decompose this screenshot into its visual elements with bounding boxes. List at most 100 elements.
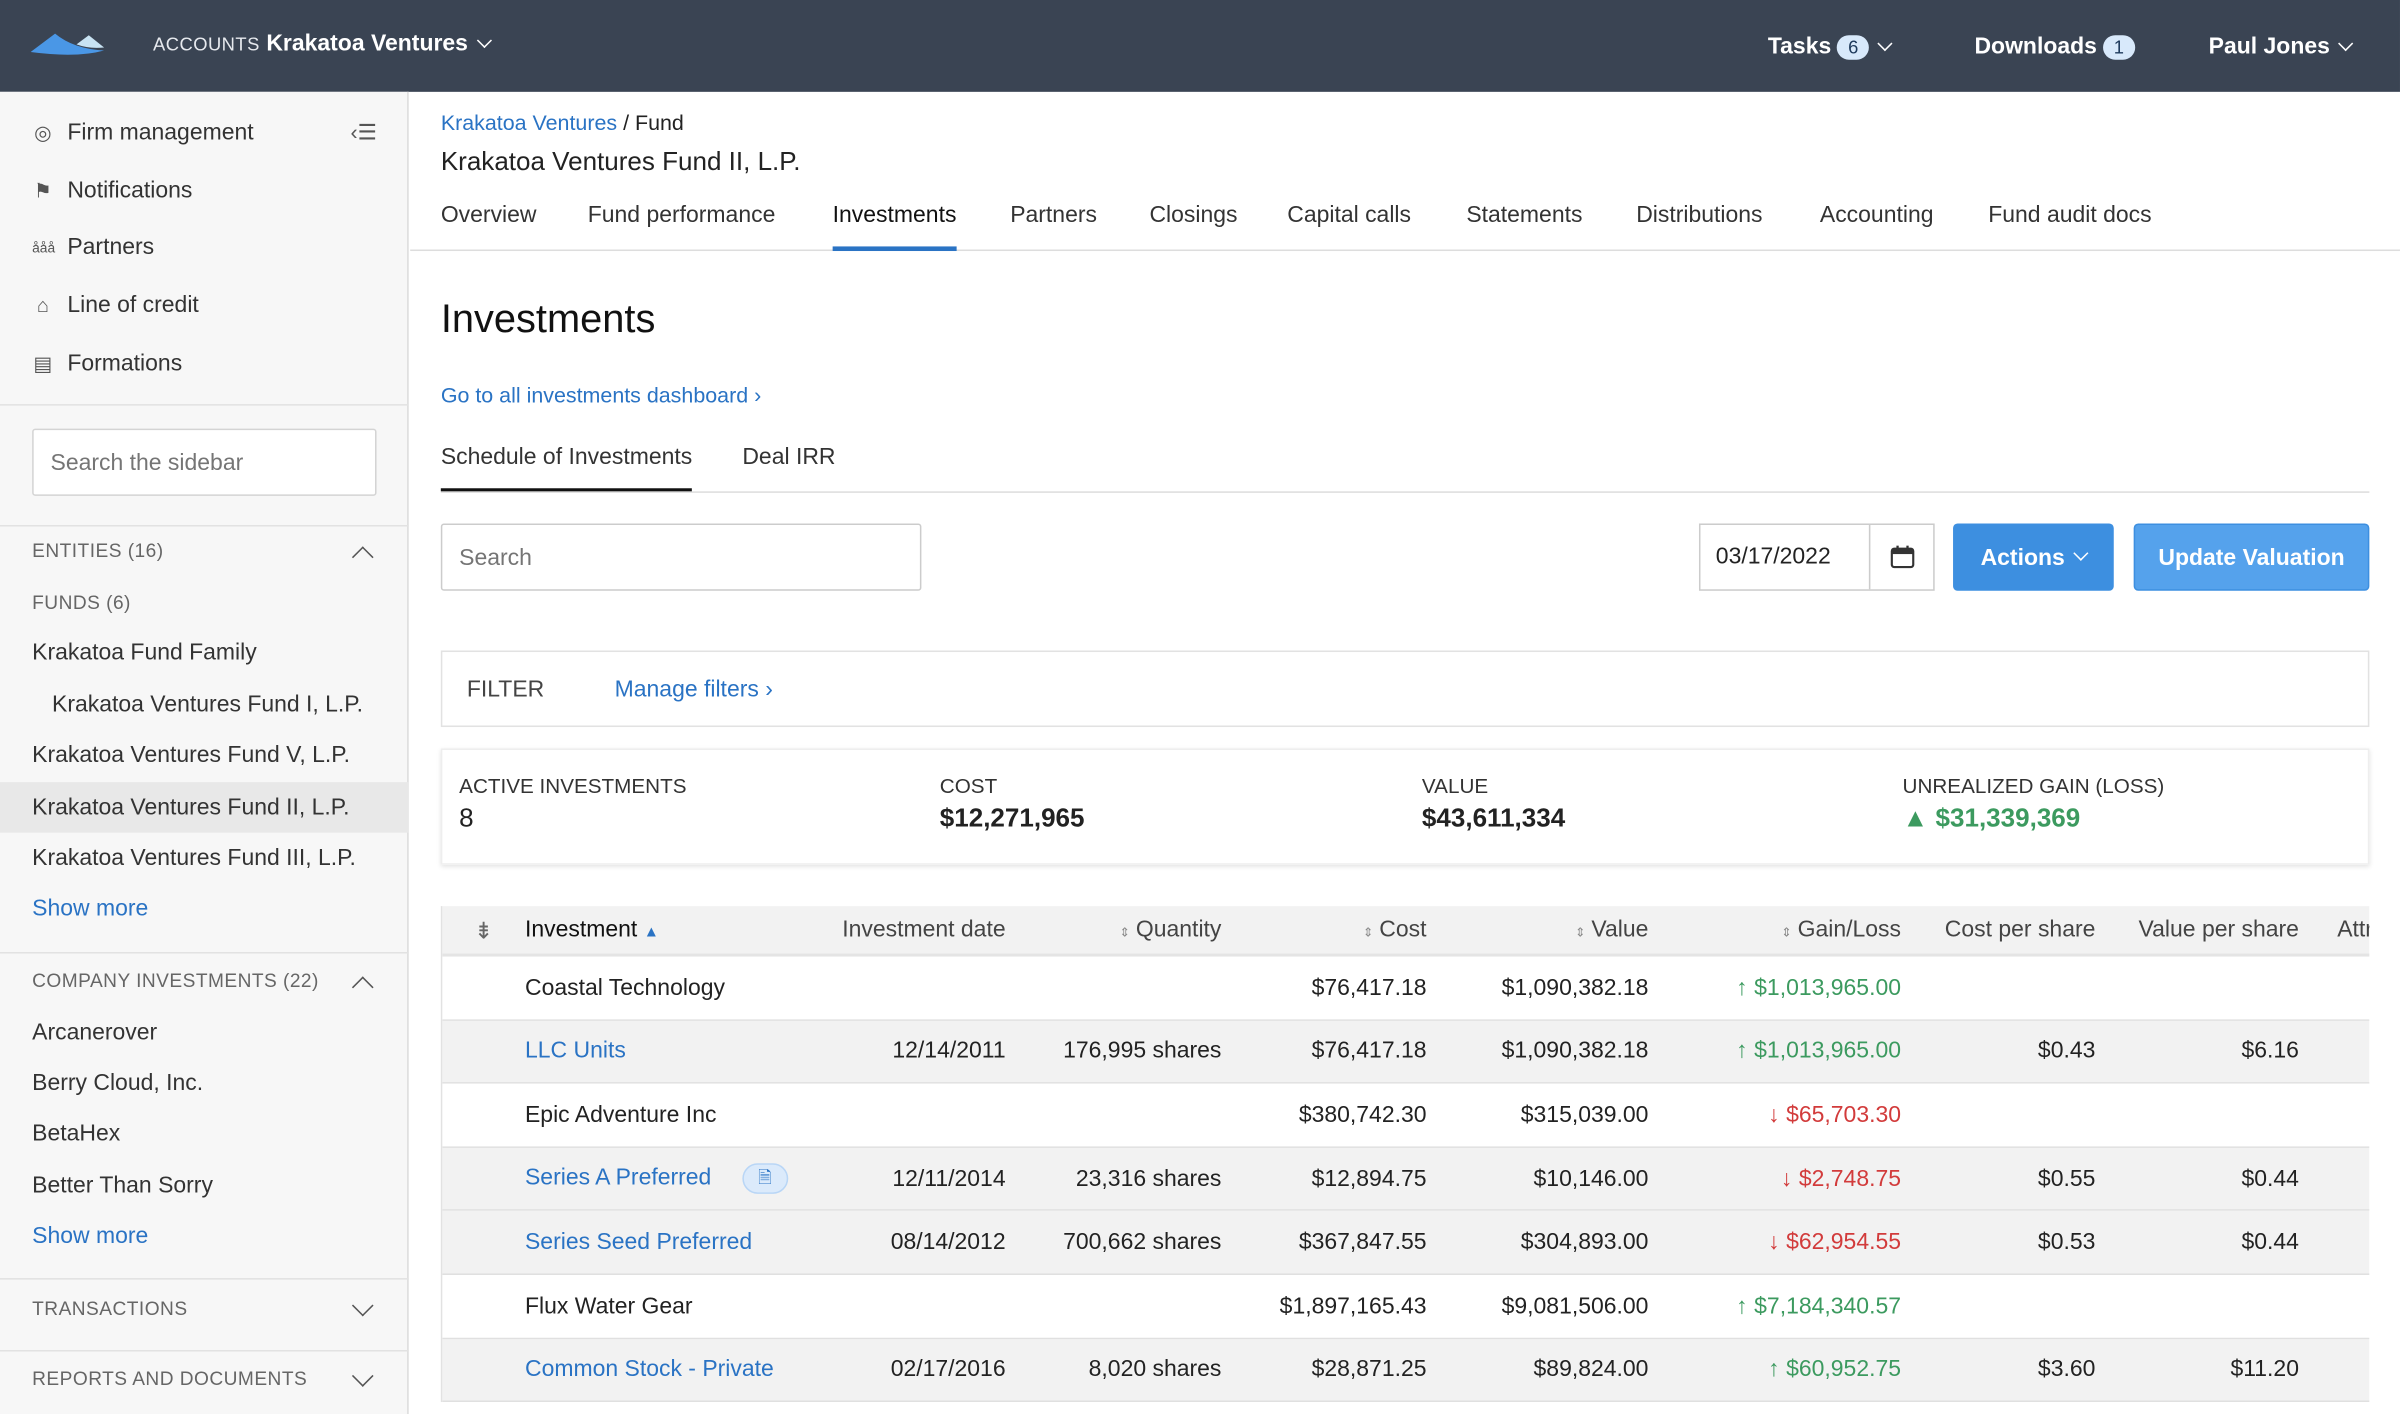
security-row[interactable]: Series A Preferred 🗎 12/11/2014 23,316 shar… — [442, 1147, 2370, 1212]
chevron-up-icon[interactable] — [351, 546, 374, 568]
company-item[interactable]: Berry Cloud, Inc. — [32, 1070, 203, 1096]
tab-investments[interactable]: Investments — [832, 202, 957, 252]
tab-closings[interactable]: Closings — [1149, 202, 1237, 251]
chevron-down-icon[interactable] — [351, 1294, 374, 1317]
investment-name[interactable]: LLC Units — [525, 1038, 626, 1064]
tasks-count-badge: 6 — [1837, 35, 1870, 60]
logo-icon[interactable] — [30, 31, 108, 59]
actions-button[interactable]: Actions — [1953, 523, 2114, 591]
security-row[interactable]: Series Seed Preferred 08/14/2012 700,662 s… — [442, 1211, 2370, 1275]
tab-statements[interactable]: Statements — [1466, 202, 1582, 251]
investment-name: Epic Adventure Inc — [524, 1102, 717, 1129]
company-row[interactable]: Flux Water Gear $1,897,165.43 $9,081,506.0… — [442, 1274, 2370, 1339]
company-item[interactable]: BetaHex — [32, 1120, 120, 1146]
tab-fund-performance[interactable]: Fund performance — [588, 202, 776, 251]
date-value[interactable]: 03/17/2022 — [1700, 525, 1868, 589]
chevron-down-icon — [1877, 36, 1893, 52]
fund-item[interactable]: Krakatoa Fund Family — [32, 640, 257, 666]
sidebar-item-label: Partners — [67, 234, 155, 261]
sidebar-item-formations[interactable]: ▤ Formations — [32, 351, 182, 377]
company-row[interactable]: Epic Adventure Inc $380,742.30 $315,039.00… — [442, 1083, 2370, 1148]
breadcrumb-link[interactable]: Krakatoa Ventures — [441, 110, 617, 134]
downloads-menu[interactable]: Downloads 1 — [1974, 34, 2135, 60]
col-value-per-share[interactable]: Value per share — [2095, 917, 2299, 943]
col-gain-loss[interactable]: ⇕ Gain/Loss — [1648, 917, 1901, 943]
investment-name[interactable]: Common Stock - Private — [525, 1357, 774, 1383]
user-menu[interactable]: Paul Jones — [2209, 34, 2354, 60]
security-row[interactable]: Common Stock - Private 02/17/2016 8,020 sh… — [442, 1338, 2370, 1403]
investments-dashboard-link[interactable]: Go to all investments dashboard › — [441, 383, 761, 407]
investment-name[interactable]: Series Seed Preferred — [525, 1229, 752, 1255]
cost-per-share: $0.43 — [2037, 1038, 2096, 1065]
sidebar-item-line-of-credit[interactable]: ⌂ Line of credit — [32, 292, 199, 318]
valuation-date-picker[interactable]: 03/17/2022 — [1698, 523, 1935, 591]
gain-loss-amount: $7,184,340.57 — [1754, 1292, 1902, 1320]
subtab-schedule[interactable]: Schedule of Investments — [440, 444, 693, 492]
flag-icon: ⚑ — [33, 178, 52, 202]
tab-overview[interactable]: Overview — [441, 202, 537, 251]
col-value[interactable]: ⇕ Value — [1427, 917, 1648, 943]
col-attr[interactable]: Attr — [2299, 917, 2369, 943]
stat-value: $43,611,334 — [1421, 803, 1566, 833]
account-switcher[interactable]: Krakatoa Ventures — [266, 31, 492, 57]
document-icon[interactable]: 🗎 — [741, 1163, 788, 1194]
tasks-menu[interactable]: Tasks 6 — [1767, 33, 1893, 60]
gain-loss-amount: $65,703.30 — [1786, 1102, 1902, 1129]
fund-item[interactable]: Krakatoa Ventures Fund I, L.P. — [52, 692, 363, 718]
investment-cell[interactable]: Series A Preferred 🗎 — [525, 1163, 813, 1194]
tab-partners[interactable]: Partners — [1010, 202, 1097, 251]
tasks-label: Tasks — [1767, 33, 1832, 60]
show-more-funds-link[interactable]: Show more — [32, 895, 148, 921]
company-item[interactable]: Arcanerover — [32, 1019, 157, 1045]
investment-cell: Epic Adventure Inc — [525, 1102, 813, 1128]
arrow-down-icon: ↓ — [1768, 1229, 1780, 1256]
main-content: Krakatoa Ventures / Fund Krakatoa Ventur… — [410, 92, 2400, 1414]
col-cost-per-share[interactable]: Cost per share — [1901, 917, 2096, 943]
gain-loss: ↓ $65,703.30 — [1648, 1102, 1901, 1128]
sidebar-item-firm-management[interactable]: ◎ Firm management — [32, 119, 254, 145]
col-investment-date[interactable]: Investment date — [813, 917, 1005, 943]
col-investment[interactable]: Investment ▲ — [525, 917, 813, 943]
breadcrumb-current: / Fund — [623, 110, 684, 135]
investment-cell[interactable]: Common Stock - Private — [525, 1357, 813, 1383]
tab-fund-audit-docs[interactable]: Fund audit docs — [1988, 202, 2151, 251]
company-investments-header[interactable]: COMPANY INVESTMENTS (22) — [32, 970, 319, 991]
collapse-sidebar-icon[interactable]: ‹☰ — [351, 119, 377, 145]
tab-distributions[interactable]: Distributions — [1636, 202, 1762, 251]
tab-accounting[interactable]: Accounting — [1820, 202, 1934, 251]
sidebar-item-notifications[interactable]: ⚑ Notifications — [32, 178, 192, 204]
fund-item[interactable]: Krakatoa Ventures Fund III, L.P. — [32, 845, 356, 871]
col-cost[interactable]: ⇕ Cost — [1221, 917, 1427, 943]
investment-cell[interactable]: LLC Units — [525, 1038, 813, 1064]
show-more-companies-link[interactable]: Show more — [32, 1223, 148, 1249]
security-row[interactable]: LLC Units 12/14/2011 176,995 shares $76,417… — [442, 1020, 2370, 1084]
col-quantity[interactable]: ⇕ Quantity — [1006, 917, 1222, 943]
calendar-icon[interactable] — [1868, 524, 1933, 590]
fund-item[interactable]: Krakatoa Ventures Fund V, L.P. — [32, 742, 350, 768]
funds-header: FUNDS (6) — [32, 592, 131, 614]
value: $1,090,382.18 — [1501, 1038, 1649, 1065]
fund-item-selected[interactable]: Krakatoa Ventures Fund II, L.P. — [0, 782, 409, 833]
chevron-up-icon[interactable] — [351, 976, 374, 999]
investment-cell[interactable]: Series Seed Preferred — [525, 1229, 813, 1255]
search-input[interactable] — [440, 523, 922, 591]
expand-all-icon[interactable]: ⇟ — [442, 916, 525, 944]
sidebar-item-partners[interactable]: ååå Partners — [32, 234, 154, 260]
company-item[interactable]: Better Than Sorry — [32, 1172, 213, 1198]
transactions-header[interactable]: TRANSACTIONS — [32, 1298, 187, 1319]
entities-header[interactable]: ENTITIES (16) — [32, 540, 163, 561]
stat-label: ACTIVE INVESTMENTS — [459, 774, 687, 798]
investment-name[interactable]: Series A Preferred — [525, 1165, 711, 1191]
subtab-deal-irr[interactable]: Deal IRR — [742, 444, 835, 491]
investment-cell: Coastal Technology — [525, 975, 813, 1001]
reports-header[interactable]: REPORTS AND DOCUMENTS — [32, 1368, 307, 1389]
chevron-down-icon[interactable] — [351, 1365, 374, 1387]
sidebar-search-input[interactable] — [32, 428, 377, 496]
filter-bar: FILTER Manage filters › — [440, 650, 2370, 728]
manage-filters-link[interactable]: Manage filters › — [615, 676, 773, 702]
update-valuation-button[interactable]: Update Valuation — [2133, 523, 2370, 591]
breadcrumb: Krakatoa Ventures / Fund — [441, 110, 684, 134]
company-row[interactable]: Coastal Technology $76,417.18 $1,090,382.1… — [442, 956, 2370, 1021]
tab-capital-calls[interactable]: Capital calls — [1287, 202, 1411, 251]
chevron-down-icon — [2073, 544, 2089, 561]
